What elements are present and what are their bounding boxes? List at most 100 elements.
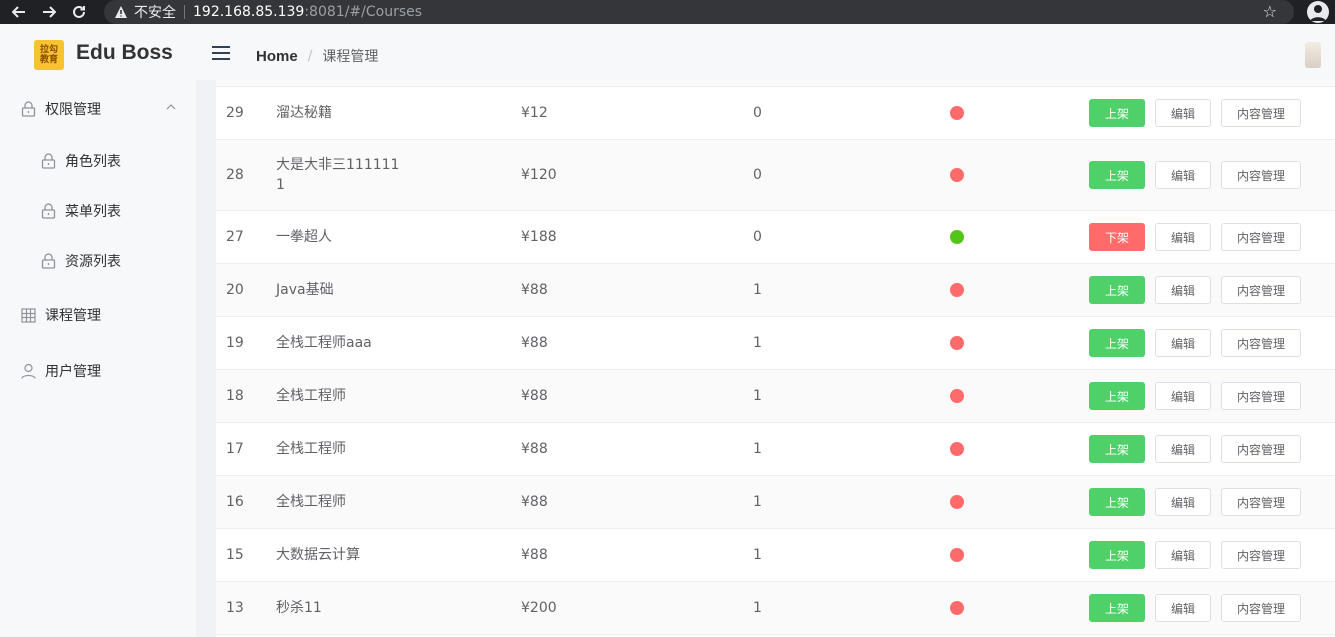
- course-name: 全栈工程师: [276, 476, 406, 528]
- course-name-text: 全栈工程师aaa: [276, 335, 372, 351]
- publish-button[interactable]: 上架: [1089, 276, 1145, 304]
- content-manage-button[interactable]: 内容管理: [1221, 99, 1301, 127]
- actions-cell: 上架 编辑 内容管理: [1089, 370, 1311, 422]
- course-id: 15: [226, 547, 244, 563]
- avatar[interactable]: [1305, 42, 1321, 68]
- url-host: 192.168.85.139: [193, 4, 305, 20]
- course-sales: 1: [753, 388, 762, 404]
- table-row-partial: [216, 80, 1335, 87]
- edit-button[interactable]: 编辑: [1155, 435, 1211, 463]
- breadcrumb: Home / 课程管理: [256, 46, 378, 66]
- lock-icon: [20, 101, 36, 117]
- content-manage-button[interactable]: 内容管理: [1221, 223, 1301, 251]
- course-price: ¥88: [521, 335, 548, 351]
- sidebar-item-permissions[interactable]: 权限管理: [0, 89, 196, 129]
- edit-button[interactable]: 编辑: [1155, 541, 1211, 569]
- edit-button[interactable]: 编辑: [1155, 382, 1211, 410]
- content-manage-button[interactable]: 内容管理: [1221, 435, 1301, 463]
- insecure-label: 不安全: [134, 5, 176, 21]
- edit-button[interactable]: 编辑: [1155, 488, 1211, 516]
- content-manage-button[interactable]: 内容管理: [1221, 382, 1301, 410]
- course-id: 18: [226, 388, 244, 404]
- status-cell: [950, 140, 964, 210]
- edit-button[interactable]: 编辑: [1155, 99, 1211, 127]
- address-bar[interactable]: 不安全 192.168.85.139 :8081/#/Courses: [104, 0, 1294, 24]
- course-sales: 0: [753, 105, 762, 121]
- course-sales: 0: [753, 167, 762, 183]
- status-cell: [950, 582, 964, 634]
- sidebar-item-users[interactable]: 用户管理: [0, 351, 196, 391]
- course-name-text: 全栈工程师: [276, 441, 346, 457]
- edit-button[interactable]: 编辑: [1155, 223, 1211, 251]
- content-manage-button[interactable]: 内容管理: [1221, 594, 1301, 622]
- sidebar-item-resources[interactable]: 资源列表: [0, 241, 196, 281]
- user-icon: [20, 363, 36, 379]
- sidebar-item-label: 课程管理: [45, 308, 101, 324]
- sidebar-item-menus[interactable]: 菜单列表: [0, 191, 196, 231]
- course-name: 大数据云计算: [276, 529, 406, 581]
- publish-button[interactable]: 上架: [1089, 541, 1145, 569]
- publish-button[interactable]: 上架: [1089, 435, 1145, 463]
- course-table: 29 溜达秘籍 ¥12 0 上架 编辑 内容管理 28 大是大非三111111 1 ¥120 0 上架编…: [216, 80, 1335, 637]
- back-arrow-icon[interactable]: [4, 0, 34, 24]
- content-manage-button[interactable]: 内容管理: [1221, 541, 1301, 569]
- bookmark-star-icon[interactable]: ☆: [1263, 2, 1277, 21]
- lock-icon: [40, 253, 56, 269]
- content-manage-button[interactable]: 内容管理: [1221, 276, 1301, 304]
- course-id: 17: [226, 441, 244, 457]
- menu-toggle-icon[interactable]: [212, 46, 230, 60]
- edit-button[interactable]: 编辑: [1155, 329, 1211, 357]
- status-dot-icon: [950, 601, 964, 615]
- table-row: 16 全栈工程师 ¥88 1 上架 编辑 内容管理: [216, 476, 1335, 529]
- course-price: ¥88: [521, 441, 548, 457]
- publish-button[interactable]: 上架: [1089, 99, 1145, 127]
- content-manage-button[interactable]: 内容管理: [1221, 329, 1301, 357]
- reload-icon[interactable]: [64, 0, 94, 24]
- course-sales: 0: [753, 229, 762, 245]
- status-cell: [950, 87, 964, 139]
- table-row: 27 一拳超人 ¥188 0 下架 编辑 内容管理: [216, 211, 1335, 264]
- breadcrumb-home[interactable]: Home: [256, 48, 298, 65]
- profile-icon[interactable]: [1307, 1, 1329, 23]
- status-dot-icon: [950, 548, 964, 562]
- course-name-text: 溜达秘籍: [276, 105, 332, 121]
- sidebar-item-courses[interactable]: 课程管理: [0, 295, 196, 335]
- actions-cell: 上架 编辑 内容管理: [1089, 582, 1311, 634]
- edit-button[interactable]: 编辑: [1155, 594, 1211, 622]
- edit-button[interactable]: 编辑: [1155, 276, 1211, 304]
- course-sales: 1: [753, 441, 762, 457]
- table-row: 28 大是大非三111111 1 ¥120 0 上架 编辑 内容管理: [216, 140, 1335, 211]
- table-row: 15 大数据云计算 ¥88 1 上架 编辑 内容管理: [216, 529, 1335, 582]
- logo-text: 拉勾 教育: [39, 45, 58, 65]
- course-id: 28: [226, 167, 244, 183]
- breadcrumb-current: 课程管理: [322, 49, 379, 65]
- breadcrumb-separator: /: [307, 48, 313, 64]
- publish-button[interactable]: 上架: [1089, 161, 1145, 189]
- publish-button[interactable]: 上架: [1089, 488, 1145, 516]
- course-price: ¥88: [521, 494, 548, 510]
- content-manage-button[interactable]: 内容管理: [1221, 161, 1301, 189]
- unpublish-button[interactable]: 下架: [1089, 223, 1145, 251]
- edit-button[interactable]: 编辑: [1155, 161, 1211, 189]
- sidebar-item-roles[interactable]: 角色列表: [0, 141, 196, 181]
- content-manage-button[interactable]: 内容管理: [1221, 488, 1301, 516]
- actions-cell: 下架 编辑 内容管理: [1089, 211, 1311, 263]
- course-name: 秒杀11: [276, 582, 406, 634]
- table-row: 13 秒杀11 ¥200 1 上架 编辑 内容管理: [216, 582, 1335, 635]
- course-name: 全栈工程师: [276, 423, 406, 475]
- app-title: Edu Boss: [76, 41, 173, 64]
- sidebar-item-label: 权限管理: [45, 102, 101, 118]
- lock-icon: [40, 153, 56, 169]
- sidebar-item-label: 菜单列表: [65, 204, 121, 220]
- course-id: 29: [226, 105, 244, 121]
- publish-button[interactable]: 上架: [1089, 382, 1145, 410]
- course-price: ¥120: [521, 167, 557, 183]
- publish-button[interactable]: 上架: [1089, 594, 1145, 622]
- forward-arrow-icon[interactable]: [34, 0, 64, 24]
- course-sales: 1: [753, 335, 762, 351]
- status-cell: [950, 423, 964, 475]
- publish-button[interactable]: 上架: [1089, 329, 1145, 357]
- course-name-text: 秒杀11: [276, 600, 322, 616]
- course-id: 13: [226, 600, 244, 616]
- course-sales: 1: [753, 494, 762, 510]
